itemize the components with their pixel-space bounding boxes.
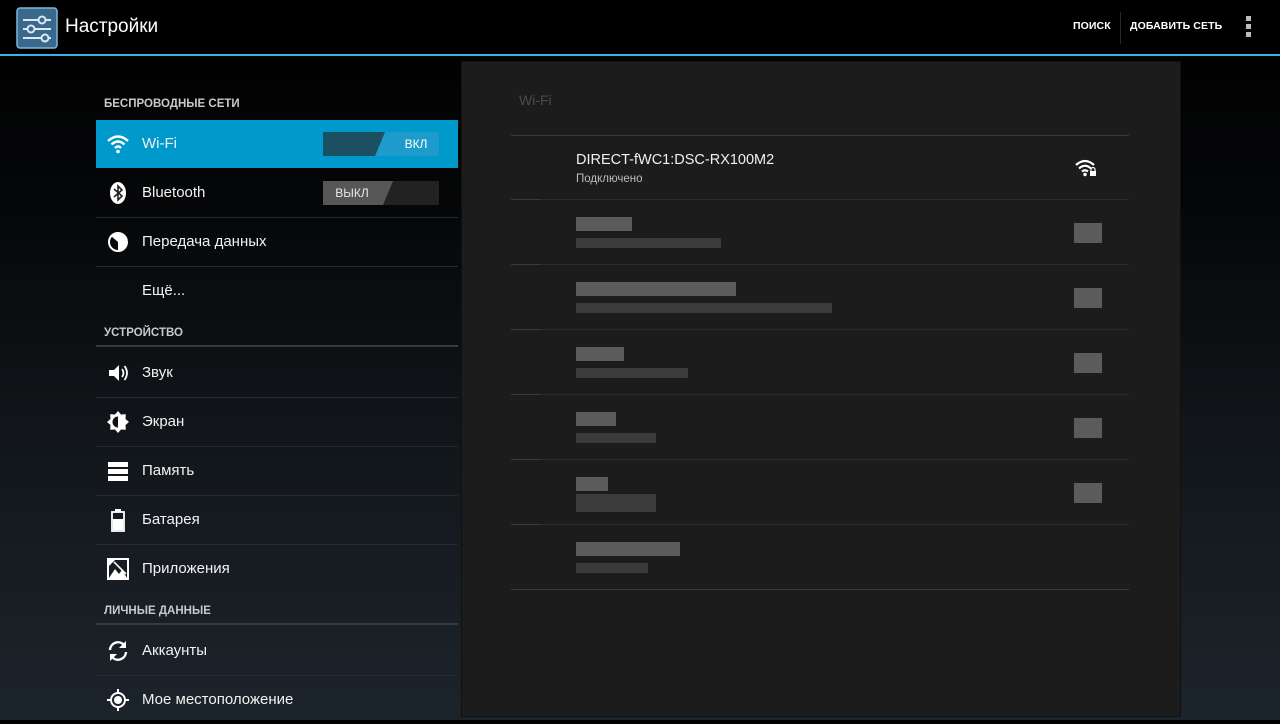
- settings-item-apps[interactable]: Приложения: [96, 545, 458, 593]
- page-title: Настройки: [65, 16, 159, 37]
- toggle-off-label: ВЫКЛ: [335, 186, 369, 200]
- settings-item-accounts[interactable]: Аккаунты: [96, 627, 458, 676]
- data-usage-icon: [108, 232, 128, 252]
- settings-sliders-icon[interactable]: [16, 7, 58, 49]
- brightness-icon: [107, 411, 129, 433]
- overflow-menu-icon[interactable]: [1243, 16, 1253, 40]
- network-item-blurred[interactable]: [511, 331, 1129, 395]
- settings-item-label: Ещё...: [142, 282, 186, 299]
- divider: [511, 394, 541, 395]
- action-bar: Настройки ПОИСК ДОБАВИТЬ СЕТЬ: [0, 0, 1280, 54]
- bluetooth-icon: [110, 182, 126, 204]
- pixelated-ssid: [576, 217, 632, 231]
- sync-icon: [108, 641, 128, 661]
- pixelated-status: [576, 368, 688, 378]
- divider: [511, 329, 541, 330]
- detail-title: Wi-Fi: [519, 92, 552, 108]
- wifi-icon: [107, 135, 129, 154]
- divider: [541, 459, 1129, 460]
- pixelated-status: [576, 563, 648, 573]
- network-item-blurred[interactable]: [511, 201, 1129, 265]
- network-item-connected[interactable]: DIRECT-fWC1:DSC-RX100M2 Подключено: [511, 136, 1129, 200]
- network-ssid: DIRECT-fWC1:DSC-RX100M2: [576, 152, 775, 168]
- settings-item-wifi[interactable]: Wi-Fi ВКЛ: [96, 120, 458, 168]
- storage-icon: [108, 462, 128, 481]
- battery-icon: [111, 509, 125, 532]
- divider: [541, 329, 1129, 330]
- settings-item-label: Bluetooth: [142, 184, 206, 201]
- divider: [511, 199, 541, 200]
- settings-item-label: Память: [142, 462, 195, 479]
- settings-item-label: Приложения: [142, 560, 230, 577]
- pixelated-ssid: [576, 412, 616, 426]
- settings-item-bluetooth[interactable]: Bluetooth ВЫКЛ: [96, 169, 458, 218]
- bluetooth-toggle[interactable]: ВЫКЛ: [323, 181, 439, 205]
- pixelated-signal-icon: [1074, 418, 1102, 438]
- network-item-blurred[interactable]: [511, 526, 1129, 590]
- divider: [511, 524, 541, 525]
- pixelated-ssid: [576, 347, 624, 361]
- pixelated-status: [576, 494, 656, 512]
- network-item-blurred[interactable]: [511, 266, 1129, 330]
- settings-item-label: Аккаунты: [142, 642, 208, 659]
- settings-item-label: Экран: [142, 413, 185, 430]
- divider: [511, 459, 541, 460]
- wifi-lock-icon: [1075, 159, 1096, 177]
- settings-item-label: Wi-Fi: [142, 135, 177, 152]
- pixelated-ssid: [576, 542, 680, 556]
- pixelated-signal-icon: [1074, 483, 1102, 503]
- section-header-wireless: БЕСПРОВОДНЫЕ СЕТИ: [104, 98, 240, 110]
- divider: [541, 524, 1129, 525]
- divider: [541, 264, 1129, 265]
- toggle-on-label: ВКЛ: [404, 137, 428, 151]
- settings-item-battery[interactable]: Батарея: [96, 496, 458, 545]
- section-header-device: УСТРОЙСТВО: [96, 319, 458, 347]
- pixelated-status: [576, 433, 656, 443]
- settings-item-storage[interactable]: Память: [96, 447, 458, 496]
- divider: [511, 589, 1129, 590]
- section-rule: [96, 345, 458, 347]
- settings-item-label: Передача данных: [142, 233, 267, 250]
- wifi-detail-panel: Wi-Fi DIRECT-fWC1:DSC-RX100M2 Подключено: [461, 61, 1181, 717]
- network-item-blurred[interactable]: [511, 396, 1129, 460]
- apps-icon: [107, 558, 129, 580]
- divider: [541, 199, 1129, 200]
- settings-item-label: Батарея: [142, 511, 200, 528]
- divider: [541, 394, 1129, 395]
- settings-item-display[interactable]: Экран: [96, 398, 458, 447]
- divider: [1120, 12, 1121, 44]
- pixelated-status: [576, 238, 721, 248]
- settings-item-label: Мое местоположение: [142, 691, 294, 708]
- settings-item-more[interactable]: Ещё...: [96, 267, 458, 315]
- settings-item-label: Звук: [142, 364, 173, 381]
- network-status: Подключено: [576, 173, 643, 185]
- search-button[interactable]: ПОИСК: [1073, 20, 1111, 32]
- pixelated-ssid: [576, 282, 736, 296]
- speaker-icon: [109, 365, 128, 381]
- pixelated-signal-icon: [1074, 223, 1102, 243]
- settings-item-sound[interactable]: Звук: [96, 349, 458, 398]
- pixelated-signal-icon: [1074, 353, 1102, 373]
- settings-item-location[interactable]: Мое местоположение: [96, 676, 458, 724]
- divider: [511, 264, 541, 265]
- settings-list: БЕСПРОВОДНЫЕ СЕТИ Wi-Fi ВКЛ Bluetooth ВЫ…: [96, 56, 458, 720]
- location-icon: [107, 689, 129, 711]
- add-network-button[interactable]: ДОБАВИТЬ СЕТЬ: [1130, 20, 1222, 32]
- pixelated-signal-icon: [1074, 288, 1102, 308]
- section-header-personal: ЛИЧНЫЕ ДАННЫЕ: [96, 597, 458, 625]
- settings-item-data-usage[interactable]: Передача данных: [96, 218, 458, 267]
- section-rule: [96, 623, 458, 625]
- wifi-toggle[interactable]: ВКЛ: [323, 132, 439, 156]
- pixelated-status: [576, 303, 832, 313]
- pixelated-ssid: [576, 477, 608, 491]
- network-item-blurred[interactable]: [511, 461, 1129, 525]
